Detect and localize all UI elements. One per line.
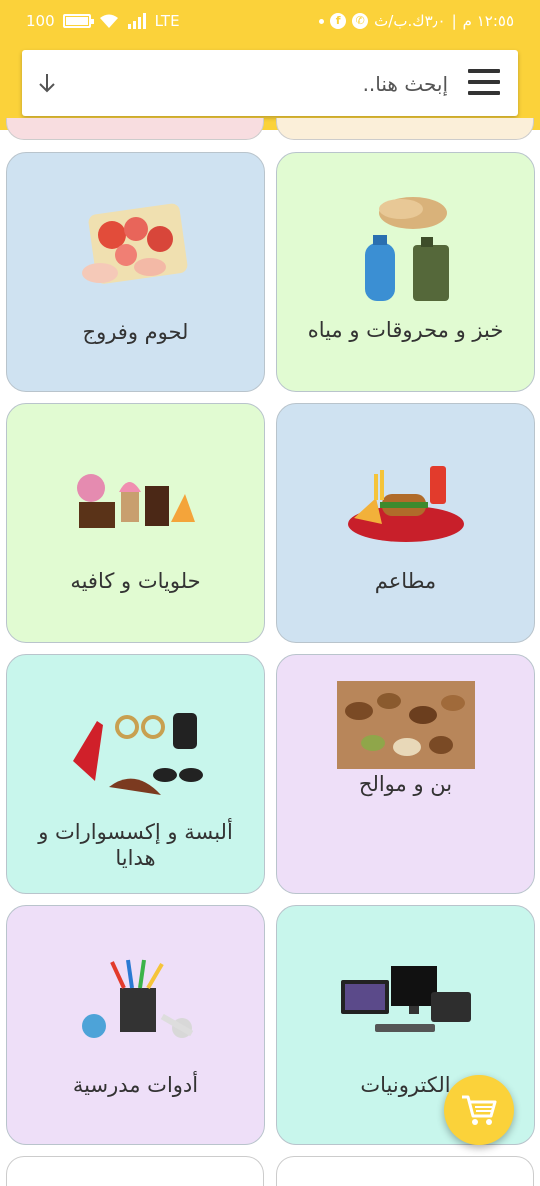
category-label: بن و موالح: [358, 772, 453, 796]
category-card-clothes[interactable]: ألبسة و إكسسوارات و هدايا: [6, 654, 265, 894]
category-label: ألبسة و إكسسوارات و هدايا: [38, 820, 233, 870]
category-card-bread-fuel-water[interactable]: خبز و محروقات و مياه: [276, 152, 535, 392]
category-card-partial[interactable]: [6, 118, 264, 140]
category-label: حلويات و كافيه: [70, 569, 201, 593]
search-bar: [22, 50, 518, 116]
battery-icon: [62, 14, 94, 28]
meat-poultry-icon: [81, 203, 187, 284]
notification-dot-icon: [319, 18, 325, 24]
search-input[interactable]: [148, 68, 448, 100]
category-card-sweets[interactable]: حلويات و كافيه: [6, 403, 265, 643]
category-label: أدوات مدرسية: [72, 1073, 199, 1097]
category-card-restaurants[interactable]: مطاعم: [276, 403, 535, 643]
sweets-cafe-icon: [76, 474, 195, 528]
status-right: ١٢:٥٥ م | ٣٫٠ك.ب/ث ✆ f: [319, 12, 514, 30]
category-card-partial[interactable]: [276, 1156, 534, 1186]
category-label: خبز و محروقات و مياه: [307, 318, 504, 342]
whatsapp-icon: ✆: [352, 13, 369, 29]
category-card-school[interactable]: أدوات مدرسية: [6, 905, 265, 1145]
wifi-icon: [99, 14, 118, 28]
category-label: مطاعم: [374, 569, 437, 593]
category-card-meat[interactable]: لحوم وفروج: [6, 152, 265, 392]
school-supplies-icon: [81, 959, 193, 1038]
category-card-nuts[interactable]: بن و موالح: [276, 654, 535, 894]
status-time: ١٢:٥٥ م: [462, 12, 514, 30]
signal-icon: [127, 13, 146, 29]
clothes-accessories-icon: [72, 713, 203, 795]
category-card-partial[interactable]: [6, 1156, 264, 1186]
battery-text: 100: [26, 12, 55, 30]
network-speed: ٣٫٠ك.ب/ث: [374, 12, 446, 30]
network-type: LTE: [154, 12, 180, 30]
status-bar: 100 LTE ١٢:٥٥ م | ٣٫٠ك.ب/ث ✆ f: [0, 0, 540, 44]
category-card-partial[interactable]: [276, 118, 534, 140]
nuts-coffee-icon: [336, 681, 475, 769]
shopping-cart-icon: [462, 1095, 497, 1125]
arrow-down-icon[interactable]: [36, 71, 58, 95]
hamburger-menu-icon[interactable]: [468, 69, 500, 97]
app-header: 100 LTE ١٢:٥٥ م | ٣٫٠ك.ب/ث ✆ f: [0, 0, 540, 130]
restaurant-food-icon: [347, 466, 464, 542]
category-label: لحوم وفروج: [82, 320, 189, 344]
electronics-icon: [340, 966, 471, 1032]
bread-gas-water-icon: [364, 197, 449, 301]
facebook-icon: f: [330, 13, 347, 29]
status-left: 100 LTE: [26, 12, 180, 30]
cart-button[interactable]: [444, 1075, 514, 1145]
